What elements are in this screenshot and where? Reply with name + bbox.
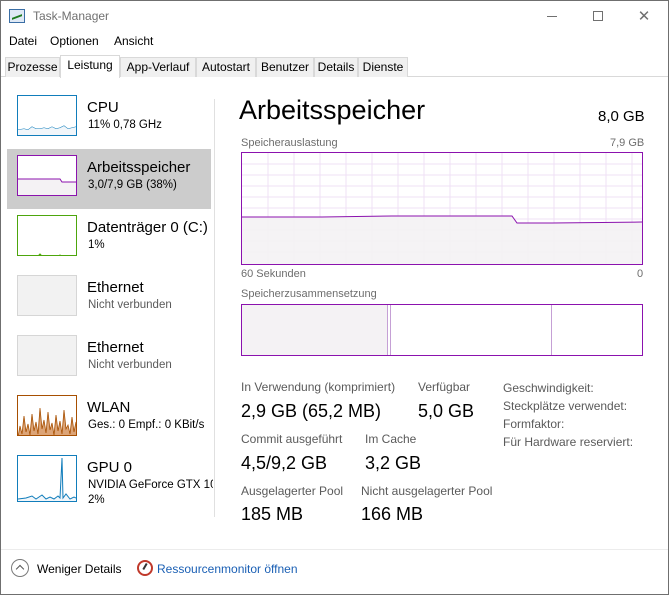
sidebar-divider [214, 99, 215, 517]
title-bar[interactable]: Task-Manager ✕ [1, 1, 668, 32]
sidebar-item-arbeitsspeicher[interactable]: Arbeitsspeicher 3,0/7,9 GB (38%) [7, 149, 211, 209]
tab-leistung[interactable]: Leistung [60, 55, 120, 78]
close-button[interactable]: ✕ [621, 1, 667, 32]
in-use-label: In Verwendung (komprimiert) [241, 380, 396, 394]
composition-modified [390, 305, 391, 355]
task-manager-window: Task-Manager ✕ Datei Optionen Ansicht Pr… [0, 0, 669, 595]
maximize-icon [593, 11, 603, 21]
tab-app-verlauf[interactable]: App-Verlauf [120, 57, 196, 77]
speed-label: Geschwindigkeit: [503, 381, 594, 395]
sidebar-item-cpu-value: 11% 0,78 GHz [88, 119, 162, 131]
minimize-button[interactable] [529, 1, 575, 32]
disk-thumbnail-graph [17, 215, 77, 256]
resource-monitor-icon[interactable] [137, 560, 153, 576]
sidebar-item-gpu[interactable]: GPU 0 NVIDIA GeForce GTX 1060 2% [7, 449, 213, 519]
memory-usage-graph [241, 152, 643, 265]
form-factor-label: Formfaktor: [503, 417, 565, 431]
tab-benutzer[interactable]: Benutzer [256, 57, 314, 77]
maximize-button[interactable] [575, 1, 621, 32]
menu-ansicht[interactable]: Ansicht [114, 34, 153, 48]
task-manager-app-icon [9, 9, 25, 23]
minimize-icon [547, 16, 557, 17]
sidebar-item-gpu-value: 2% [88, 494, 105, 506]
footer-divider [1, 549, 668, 550]
chevron-up-icon[interactable] [11, 559, 29, 577]
cache-label: Im Cache [365, 432, 417, 446]
sidebar-item-datentraeger[interactable]: Datenträger 0 (C:) 1% [7, 209, 211, 269]
resource-monitor-link[interactable]: Ressourcenmonitor öffnen [157, 562, 298, 576]
fewer-details-link[interactable]: Weniger Details [37, 562, 121, 576]
nonpaged-pool-label: Nicht ausgelagerter Pool [361, 484, 493, 498]
sidebar-item-ethernet-1-label: Ethernet [87, 279, 144, 296]
paged-pool-value: 185 MB [241, 504, 304, 524]
hardware-reserved-label: Für Hardware reserviert: [503, 435, 634, 449]
sidebar-item-ethernet-2[interactable]: Ethernet Nicht verbunden [7, 329, 211, 389]
usage-graph-label: Speicherauslastung [241, 137, 338, 149]
available-value: 5,0 GB [418, 401, 475, 421]
sidebar-item-ethernet-1[interactable]: Ethernet Nicht verbunden [7, 269, 211, 329]
usage-graph-max: 7,9 GB [610, 137, 645, 149]
tab-autostart[interactable]: Autostart [196, 57, 256, 77]
sidebar-item-cpu[interactable]: CPU 11% 0,78 GHz [7, 89, 211, 149]
cache-value: 3,2 GB [365, 453, 422, 473]
sidebar-item-arbeitsspeicher-label: Arbeitsspeicher [87, 159, 191, 176]
sidebar-item-datentraeger-value: 1% [88, 239, 105, 251]
time-axis-end: 0 [637, 268, 644, 280]
sidebar-item-ethernet-2-label: Ethernet [87, 339, 144, 356]
sidebar-item-wlan-value: Ges.: 0 Empf.: 0 KBit/s [88, 419, 205, 431]
cpu-thumbnail-graph [17, 95, 77, 136]
sidebar-item-ethernet-2-status: Nicht verbunden [88, 359, 172, 371]
tab-details[interactable]: Details [314, 57, 358, 77]
time-axis-start: 60 Sekunden [241, 268, 306, 280]
commit-label: Commit ausgeführt [241, 432, 343, 446]
commit-value: 4,5/9,2 GB [241, 453, 328, 473]
nonpaged-pool-value: 166 MB [361, 504, 424, 524]
sidebar-item-arbeitsspeicher-value: 3,0/7,9 GB (38%) [88, 179, 177, 191]
sidebar-item-gpu-label: GPU 0 [87, 459, 133, 476]
ethernet-1-thumbnail-graph [17, 275, 77, 316]
menu-bar: Datei Optionen Ansicht [1, 32, 668, 52]
sidebar-item-ethernet-1-status: Nicht verbunden [88, 299, 172, 311]
slots-used-label: Steckplätze verwendet: [503, 399, 628, 413]
tab-dienste[interactable]: Dienste [358, 57, 408, 77]
sidebar-item-cpu-label: CPU [87, 99, 119, 116]
gpu-thumbnail-graph [17, 455, 77, 502]
in-use-value: 2,9 GB (65,2 MB) [241, 401, 382, 421]
sidebar-item-wlan[interactable]: WLAN Ges.: 0 Empf.: 0 KBit/s [7, 389, 211, 449]
sidebar-item-datentraeger-label: Datenträger 0 (C:) [87, 219, 208, 236]
memory-thumbnail-graph [17, 155, 77, 196]
menu-datei[interactable]: Datei [9, 34, 37, 48]
wlan-thumbnail-graph [17, 395, 77, 436]
total-memory: 8,0 GB [598, 108, 645, 125]
composition-standby [551, 305, 552, 355]
paged-pool-label: Ausgelagerter Pool [241, 484, 344, 498]
tab-prozesse[interactable]: Prozesse [5, 57, 60, 77]
composition-graph-label: Speicherzusammensetzung [241, 288, 377, 300]
menu-optionen[interactable]: Optionen [50, 34, 99, 48]
sidebar-item-gpu-model: NVIDIA GeForce GTX 1060 [88, 479, 213, 491]
window-title: Task-Manager [33, 9, 110, 23]
composition-in-use [242, 305, 388, 355]
memory-composition-graph [241, 304, 643, 356]
available-label: Verfügbar [418, 380, 471, 394]
sidebar-item-wlan-label: WLAN [87, 399, 131, 416]
close-icon: ✕ [637, 8, 651, 25]
ethernet-2-thumbnail-graph [17, 335, 77, 376]
page-title: Arbeitsspeicher [239, 95, 426, 125]
